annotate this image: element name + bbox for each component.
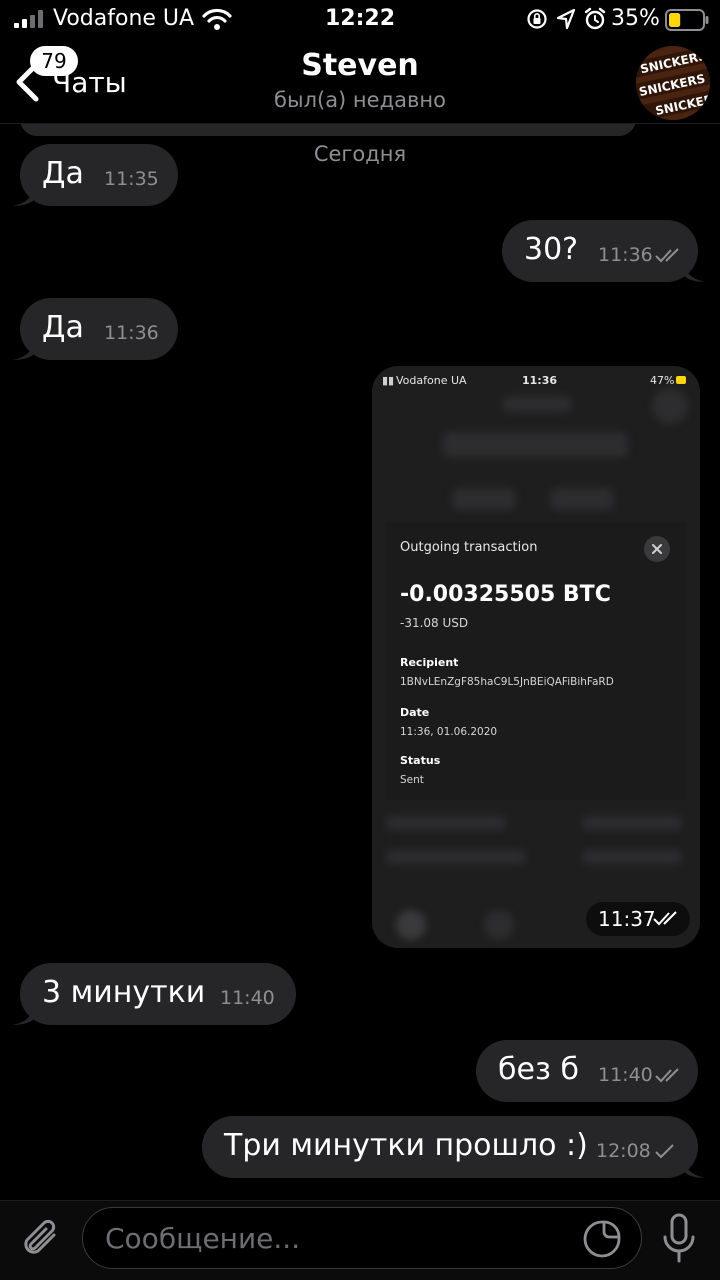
message-text: 3 минутки: [42, 975, 206, 1010]
microphone-icon[interactable]: [660, 1213, 698, 1265]
message-time: 11:36: [104, 322, 159, 344]
message-list[interactable]: Сегодня Да 11:35 30? 11:36 Да 11:36 ▮▮ V…: [0, 124, 720, 1200]
bubble-tail: [12, 188, 34, 206]
message-bubble-outgoing[interactable]: 30? 11:36: [502, 220, 706, 282]
transaction-amount: -0.00325505 BTC: [400, 582, 611, 607]
status-value: Sent: [400, 774, 424, 786]
close-icon: [644, 536, 670, 562]
check-icon: [655, 1144, 674, 1159]
previous-message-bubble: [20, 124, 636, 136]
bubble-tail: [684, 264, 706, 282]
chat-title[interactable]: Steven: [0, 48, 720, 83]
message-time: 11:35: [104, 168, 159, 190]
transaction-card: Outgoing transaction -0.00325505 BTC -31…: [386, 522, 686, 800]
transaction-heading: Outgoing transaction: [400, 540, 538, 555]
screenshot-battery: 47%: [650, 374, 675, 387]
battery-icon: [665, 9, 709, 31]
message-time: 11:40: [220, 987, 275, 1009]
message-bubble-incoming[interactable]: 3 минутки 11:40: [12, 963, 296, 1025]
double-check-icon: [655, 1068, 679, 1083]
message-bubble-outgoing[interactable]: Три минутки прошло :) 12:08: [202, 1116, 706, 1178]
double-check-icon: [653, 911, 677, 926]
message-field[interactable]: [82, 1207, 642, 1269]
message-text: без б: [498, 1052, 579, 1087]
message-text: Да: [42, 156, 84, 191]
transaction-usd: -31.08 USD: [400, 616, 469, 630]
recipient-address: 1BNvLEnZgF85haC9L5JnBEiQAFiBihFaRD: [400, 676, 614, 688]
rotation-lock-icon: [527, 9, 547, 29]
image-message[interactable]: ▮▮ Vodafone UA 11:36 47% Outgoing transa…: [372, 366, 700, 948]
attachment-icon[interactable]: [20, 1215, 64, 1263]
message-time: 11:36: [598, 244, 653, 266]
message-time: 11:40: [598, 1064, 653, 1086]
recipient-label: Recipient: [400, 656, 459, 669]
message-text: Три минутки прошло :): [224, 1128, 588, 1163]
message-time: 12:08: [596, 1140, 651, 1162]
screenshot-time: 11:36: [522, 374, 558, 387]
chat-header: Чаты 79 Steven был(а) недавно SNICKERS S…: [0, 40, 720, 124]
message-input[interactable]: [105, 1218, 575, 1258]
alarm-icon: [584, 7, 606, 30]
status-bar: Vodafone UA 12:22 35%: [0, 0, 720, 40]
message-bubble-incoming[interactable]: Да 11:36: [12, 298, 178, 360]
battery-percent: 35%: [611, 6, 660, 31]
avatar[interactable]: SNICKERS SNICKERS SNICKERS: [636, 46, 710, 120]
screenshot-carrier: Vodafone UA: [396, 374, 467, 387]
bubble-tail: [12, 1007, 34, 1025]
bubble-tail: [684, 1160, 706, 1178]
date-label: Date: [400, 706, 430, 719]
composer-bar: [0, 1200, 720, 1280]
status-label: Status: [400, 754, 441, 767]
message-bubble-incoming[interactable]: Да 11:35: [12, 144, 178, 206]
screenshot-battery-icon: [676, 376, 686, 384]
message-time: 11:37: [598, 907, 656, 931]
message-text: Да: [42, 310, 84, 345]
location-icon: [556, 8, 576, 30]
screenshot-status-bar: ▮▮ Vodafone UA 11:36 47%: [372, 372, 700, 392]
bubble-tail: [12, 342, 34, 360]
double-check-icon: [655, 248, 679, 263]
sticker-icon[interactable]: [583, 1220, 621, 1258]
date-value: 11:36, 01.06.2020: [400, 726, 498, 738]
message-text: 30?: [524, 232, 579, 267]
avatar-image: SNICKERS SNICKERS SNICKERS: [636, 46, 710, 120]
message-bubble-outgoing[interactable]: без б 11:40: [476, 1040, 698, 1102]
image-time-badge: 11:37: [586, 902, 690, 936]
last-seen-status: был(а) недавно: [274, 88, 446, 112]
